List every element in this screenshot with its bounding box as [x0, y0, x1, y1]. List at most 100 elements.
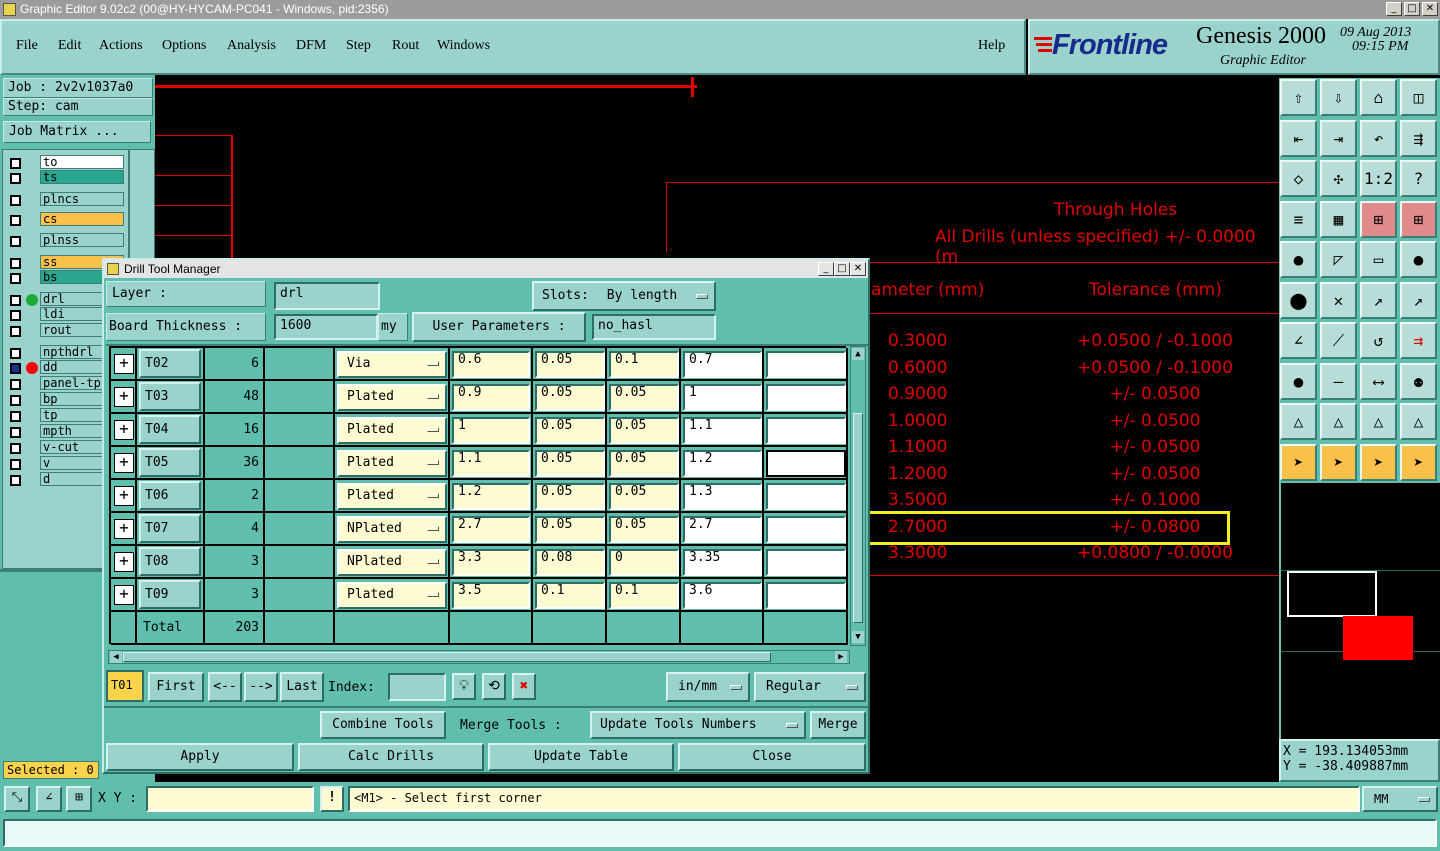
group-icon[interactable]: ⚉	[1400, 362, 1437, 400]
tool-field-a[interactable]: 0.9	[452, 384, 530, 411]
expand-icon[interactable]: +	[114, 486, 134, 506]
layer-checkbox[interactable]	[10, 363, 21, 374]
arrange-icon[interactable]: ⇉	[1400, 322, 1437, 359]
tool-field-c[interactable]: 0.1	[609, 582, 679, 609]
tool-type-selector[interactable]: Plated	[337, 417, 447, 444]
cross-icon[interactable]: ✕	[1320, 281, 1357, 319]
tool-field-d[interactable]: 1.1	[683, 417, 762, 444]
layer-checkbox[interactable]	[10, 395, 21, 406]
first-button[interactable]: First	[148, 672, 204, 702]
layer-checkbox[interactable]	[10, 411, 21, 422]
tool-field-d[interactable]: 1.2	[683, 450, 762, 477]
tool-field-c[interactable]: 0.05	[609, 516, 679, 543]
alert-icon[interactable]: !	[320, 786, 344, 812]
move-icon[interactable]: ↗	[1360, 281, 1397, 319]
tool-type-selector[interactable]: Plated	[337, 384, 447, 411]
layer-checkbox[interactable]	[10, 443, 21, 454]
units-selector[interactable]: in/mm	[666, 672, 750, 702]
overview-map[interactable]	[1279, 483, 1440, 739]
question-icon[interactable]: ?	[1400, 160, 1437, 197]
tool-field-e[interactable]	[766, 483, 846, 510]
layer-row[interactable]: ts	[6, 170, 124, 186]
tool-type-selector[interactable]: Plated	[337, 450, 447, 477]
triangle-icon[interactable]: △	[1280, 403, 1317, 440]
pointer-icon[interactable]: ➤	[1280, 443, 1317, 481]
point-icon[interactable]: ●	[1400, 241, 1437, 278]
export-icon[interactable]: ⇥	[1320, 119, 1357, 157]
tool-type-selector[interactable]: Via	[337, 351, 447, 378]
layer-checkbox[interactable]	[10, 258, 21, 269]
refresh-icon[interactable]: ⟲	[482, 673, 506, 700]
table-horizontal-scrollbar[interactable]: ◀ ▶	[108, 650, 850, 664]
layer-checkbox[interactable]	[10, 475, 21, 486]
expand-icon[interactable]: +	[114, 420, 134, 440]
zoom-window-icon[interactable]: ⤡	[4, 786, 30, 812]
scroll-left-icon[interactable]: ◀	[110, 651, 122, 663]
pointer-sel2-icon[interactable]: ➤	[1360, 443, 1397, 481]
snap-icon[interactable]: ⇶	[1400, 119, 1437, 157]
tool-field-a[interactable]: 0.6	[452, 351, 530, 378]
layers-icon[interactable]: ≡	[1280, 200, 1317, 238]
tool-field-b[interactable]: 0.05	[535, 351, 605, 378]
home-icon[interactable]: ⌂	[1360, 79, 1397, 116]
page-down-icon[interactable]: ⇩	[1320, 79, 1357, 116]
tool-field-a[interactable]: 1.2	[452, 483, 530, 510]
tool-field-c[interactable]: 0.1	[609, 351, 679, 378]
expand-icon[interactable]: +	[114, 453, 134, 473]
tool-field-e[interactable]	[766, 582, 846, 609]
net-icon[interactable]: ⊞	[1360, 200, 1397, 238]
close-button[interactable]: Close	[678, 743, 866, 771]
page-up-icon[interactable]: ⇧	[1280, 79, 1317, 116]
layer-checkbox[interactable]	[10, 326, 21, 337]
menu-edit[interactable]: Edit	[58, 38, 81, 54]
layer-checkbox[interactable]	[10, 173, 21, 184]
menu-analysis[interactable]: Analysis	[227, 38, 276, 54]
layer-row[interactable]: plncs	[6, 192, 124, 208]
tool-type-selector[interactable]: NPlated	[337, 549, 447, 576]
tool-field-c[interactable]: 0.05	[609, 417, 679, 444]
combine-tools-button[interactable]: Combine Tools	[320, 711, 446, 739]
tool-field-d[interactable]: 0.7	[683, 351, 762, 378]
tool-field-d[interactable]: 1	[683, 384, 762, 411]
bulb-icon[interactable]: 💡︎	[452, 673, 476, 700]
layer-name[interactable]: cs	[40, 212, 124, 226]
tool-field-a[interactable]: 2.7	[452, 516, 530, 543]
slots-selector[interactable]: Slots: By length	[532, 281, 716, 311]
tool-field-c[interactable]: 0.05	[609, 450, 679, 477]
tool-field-b[interactable]: 0.1	[535, 582, 605, 609]
layer-name[interactable]: plnss	[40, 233, 124, 247]
tool-field-d[interactable]: 3.6	[683, 582, 762, 609]
horizontal-icon[interactable]: —	[1320, 362, 1357, 400]
undo-icon[interactable]: ↶	[1360, 119, 1397, 157]
merge-option-selector[interactable]: Update Tools Numbers	[590, 711, 806, 739]
minimize-button[interactable]: _	[1386, 2, 1402, 16]
tool-name-button[interactable]: T04	[139, 415, 201, 444]
update-table-button[interactable]: Update Table	[488, 743, 674, 771]
layer-checkbox[interactable]	[10, 295, 21, 306]
tool-field-b[interactable]: 0.05	[535, 516, 605, 543]
tool-field-c[interactable]: 0.05	[609, 384, 679, 411]
tool-name-button[interactable]: T09	[139, 580, 201, 609]
tool-field-c[interactable]: 0.05	[609, 483, 679, 510]
close-window-button[interactable]: ✕	[1422, 2, 1438, 16]
grid-toggle-icon[interactable]: ⊞	[66, 786, 92, 812]
import-icon[interactable]: ⇤	[1280, 119, 1317, 157]
expand-icon[interactable]: +	[114, 354, 134, 374]
tool-field-e[interactable]	[766, 351, 846, 378]
index-field[interactable]	[388, 673, 446, 701]
menu-step[interactable]: Step	[346, 38, 371, 54]
apply-button[interactable]: Apply	[106, 743, 294, 771]
pointer-select-icon[interactable]: ➤	[1320, 443, 1357, 481]
scale-1-2-icon[interactable]: 1:2	[1360, 160, 1397, 197]
hscroll-thumb[interactable]	[123, 652, 771, 662]
menu-actions[interactable]: Actions	[99, 38, 143, 54]
expand-icon[interactable]: +	[114, 552, 134, 572]
menu-dfm[interactable]: DFM	[296, 38, 326, 54]
menu-windows[interactable]: Windows	[437, 38, 490, 54]
user-parameters-field[interactable]: no_hasl	[592, 314, 716, 340]
tool-name-button[interactable]: T08	[139, 547, 201, 576]
layer-row[interactable]: to	[6, 155, 124, 171]
tool-field-b[interactable]: 0.05	[535, 450, 605, 477]
tool-name-button[interactable]: T02	[139, 349, 201, 378]
connect-icon[interactable]: ⬤	[1280, 281, 1317, 319]
